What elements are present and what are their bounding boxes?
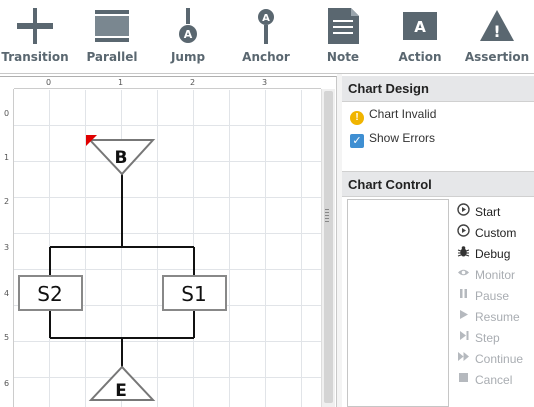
step-button[interactable]: Step <box>456 329 500 345</box>
anchor-tool[interactable]: A Anchor <box>230 0 302 74</box>
eye-icon <box>456 266 470 282</box>
warning-icon: ! <box>350 111 364 125</box>
chart-control-header: Chart Control <box>342 171 534 197</box>
note-label: Note <box>326 50 360 64</box>
connectors <box>49 174 195 367</box>
start-button[interactable]: Start <box>456 203 500 219</box>
anchor-label: Anchor <box>242 50 290 64</box>
show-errors-checkbox[interactable]: ✓ Show Errors <box>350 131 435 148</box>
cancel-label: Cancel <box>475 373 513 387</box>
jump-icon: A <box>179 8 197 43</box>
end-label: E <box>115 381 127 401</box>
scroll-grip-icon <box>325 209 329 223</box>
continue-label: Continue <box>475 352 524 366</box>
step-s1[interactable]: S1 <box>162 275 227 311</box>
pause-label: Pause <box>475 289 510 303</box>
monitor-button[interactable]: Monitor <box>456 266 515 282</box>
begin-label: B <box>115 148 128 168</box>
toolbar: Transition Parallel A Jump A Anchor Note… <box>0 0 534 74</box>
start-label: Start <box>475 205 501 219</box>
play-circle-icon <box>456 224 470 240</box>
step-label: S2 <box>37 282 62 306</box>
chart-status: ! Chart Invalid <box>350 107 436 125</box>
play-icon <box>456 308 470 324</box>
debug-button[interactable]: Debug <box>456 245 510 261</box>
custom-button[interactable]: Custom <box>456 224 516 240</box>
pause-icon <box>456 287 470 303</box>
step-icon <box>456 329 470 345</box>
note-tool[interactable]: Note <box>310 0 376 74</box>
note-icon <box>328 8 359 44</box>
show-errors-label: Show Errors <box>369 131 436 145</box>
chart-canvas[interactable]: 0 1 2 3 0 1 2 3 4 5 6 B S2 S1 E <box>0 76 337 407</box>
stop-icon <box>456 371 470 387</box>
debug-label: Debug <box>475 247 511 261</box>
transition-tool[interactable]: Transition <box>0 0 70 74</box>
bug-icon <box>456 245 470 261</box>
anchor-icon: A <box>258 9 274 44</box>
play-circle-icon <box>456 203 470 219</box>
resume-label: Resume <box>475 310 520 324</box>
transition-label: Transition <box>1 50 69 64</box>
assertion-label: Assertion <box>464 50 530 64</box>
step-label: S1 <box>181 282 206 306</box>
chart-design-header: Chart Design <box>342 76 534 102</box>
transition-icon <box>17 8 53 44</box>
action-label: Action <box>398 50 442 64</box>
resume-button[interactable]: Resume <box>456 308 520 324</box>
assertion-icon: ! <box>480 10 514 41</box>
pause-button[interactable]: Pause <box>456 287 509 303</box>
parallel-label: Parallel <box>86 50 138 64</box>
monitor-label: Monitor <box>475 268 516 282</box>
fast-forward-icon <box>456 350 470 366</box>
svg-text:A: A <box>414 18 426 36</box>
action-tool[interactable]: A Action <box>386 0 454 74</box>
parallel-icon <box>95 10 129 42</box>
vertical-scrollbar[interactable] <box>321 89 335 407</box>
checkbox-checked-icon[interactable]: ✓ <box>350 134 364 148</box>
assertion-tool[interactable]: ! Assertion <box>462 0 532 74</box>
svg-text:A: A <box>184 28 193 41</box>
step-label: Step <box>475 331 500 345</box>
properties-panel: Chart Design ! Chart Invalid ✓ Show Errors… <box>342 76 534 407</box>
sfc-diagram: B S2 S1 E <box>18 135 227 401</box>
jump-tool[interactable]: A Jump <box>154 0 222 74</box>
svg-text:!: ! <box>493 22 500 41</box>
chart-instance-list[interactable] <box>347 199 449 407</box>
step-s2[interactable]: S2 <box>18 275 83 311</box>
jump-label: Jump <box>170 50 206 64</box>
parallel-tool[interactable]: Parallel <box>76 0 148 74</box>
continue-button[interactable]: Continue <box>456 350 523 366</box>
end-node[interactable]: E <box>88 365 156 401</box>
action-icon: A <box>403 12 437 40</box>
scrollbar-thumb[interactable] <box>324 91 333 403</box>
chart-status-text: Chart Invalid <box>369 107 437 121</box>
svg-text:A: A <box>262 13 270 24</box>
begin-node[interactable]: B <box>86 135 156 176</box>
custom-label: Custom <box>475 226 517 240</box>
cancel-button[interactable]: Cancel <box>456 371 512 387</box>
